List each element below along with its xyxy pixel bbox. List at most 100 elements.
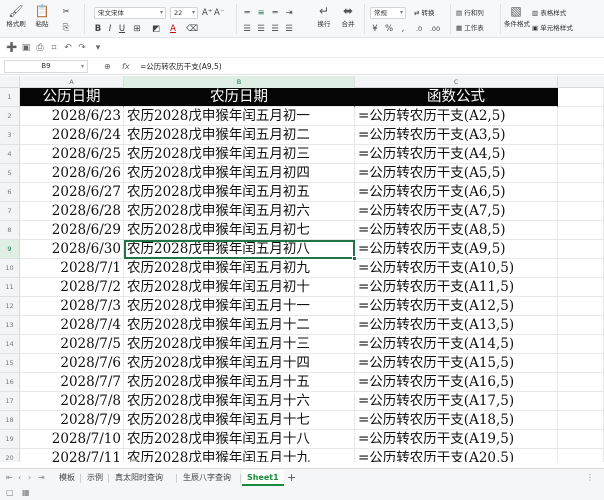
- row-header[interactable]: 16: [0, 373, 20, 392]
- cell-c[interactable]: =公历转农历干支(A17,5): [355, 392, 558, 411]
- cell-a[interactable]: 2028/6/24: [20, 126, 124, 145]
- redo-icon[interactable]: ↷: [76, 42, 88, 54]
- merge-cells-button[interactable]: ⬌ 合并: [336, 3, 360, 37]
- cell-c[interactable]: =公历转农历干支(A14,5): [355, 335, 558, 354]
- copy-icon[interactable]: ⎘: [60, 22, 72, 34]
- zoom-icon[interactable]: ⊕: [104, 60, 111, 73]
- cell-d[interactable]: [558, 449, 604, 462]
- cell-d[interactable]: [558, 107, 604, 126]
- cell-c[interactable]: =公历转农历干支(A8,5): [355, 221, 558, 240]
- header-cell-b[interactable]: 农历日期: [124, 88, 355, 107]
- cell-a[interactable]: 2028/7/6: [20, 354, 124, 373]
- next-sheet-icon[interactable]: ›: [28, 471, 31, 485]
- align-bottom-icon[interactable]: ═: [270, 7, 280, 19]
- currency-icon[interactable]: ¥: [370, 23, 380, 35]
- row-header[interactable]: 11: [0, 278, 20, 297]
- number-format-select[interactable]: 常规 ▾: [370, 7, 406, 19]
- cell-d[interactable]: [558, 392, 604, 411]
- font-size-select[interactable]: 22 ▾: [170, 7, 198, 19]
- cell-d[interactable]: [558, 373, 604, 392]
- cell-a[interactable]: 2028/7/8: [20, 392, 124, 411]
- wrap-text-button[interactable]: ↵ 换行: [312, 3, 336, 37]
- cell-b[interactable]: 农历2028戊申猴年闰五月初十: [124, 278, 355, 297]
- cell-d[interactable]: [558, 297, 604, 316]
- underline-button[interactable]: U: [118, 23, 126, 35]
- row-header[interactable]: 2: [0, 107, 20, 126]
- cell-a[interactable]: 2028/6/30: [20, 240, 124, 259]
- cell-d[interactable]: [558, 164, 604, 183]
- cell-a[interactable]: 2028/7/7: [20, 373, 124, 392]
- sheet-tab[interactable]: Sheet1: [242, 470, 284, 486]
- row-header[interactable]: 9: [0, 240, 20, 259]
- align-top-icon[interactable]: ═: [242, 7, 252, 19]
- row-header[interactable]: 20: [0, 449, 20, 462]
- fill-color-icon[interactable]: ◩: [150, 23, 162, 35]
- row-header[interactable]: 15: [0, 354, 20, 373]
- column-header-a[interactable]: A: [20, 76, 124, 88]
- cell-c[interactable]: =公历转农历干支(A18,5): [355, 411, 558, 430]
- new-file-icon[interactable]: ➕: [6, 42, 18, 54]
- align-right-icon[interactable]: ☰: [270, 23, 280, 35]
- cell-d[interactable]: [558, 240, 604, 259]
- cell-c[interactable]: =公历转农历干支(A5,5): [355, 164, 558, 183]
- cell-b[interactable]: 农历2028戊申猴年闰五月十五: [124, 373, 355, 392]
- percent-icon[interactable]: %: [384, 23, 394, 35]
- cell-a[interactable]: 2028/7/1: [20, 259, 124, 278]
- italic-button[interactable]: I: [106, 23, 114, 35]
- cell-a[interactable]: 2028/6/26: [20, 164, 124, 183]
- cell-b[interactable]: 农历2028戊申猴年闰五月初九: [124, 259, 355, 278]
- distribute-icon[interactable]: ☰: [284, 23, 294, 35]
- column-header-d[interactable]: [558, 76, 604, 88]
- row-header[interactable]: 12: [0, 297, 20, 316]
- cell-b[interactable]: 农历2028戊申猴年闰五月初一: [124, 107, 355, 126]
- prev-sheet-icon[interactable]: ‹: [18, 471, 21, 485]
- borders-icon[interactable]: ⊞: [131, 23, 143, 35]
- fill-handle[interactable]: [352, 256, 357, 261]
- cell-a[interactable]: 2028/6/23: [20, 107, 124, 126]
- cell-c[interactable]: =公历转农历干支(A16,5): [355, 373, 558, 392]
- row-col-button[interactable]: ▤ 行和列: [456, 8, 484, 18]
- cell-a[interactable]: 2028/7/3: [20, 297, 124, 316]
- cell-c[interactable]: =公历转农历干支(A6,5): [355, 183, 558, 202]
- cell-b[interactable]: 农历2028戊申猴年闰五月初五: [124, 183, 355, 202]
- cell-b[interactable]: 农历2028戊申猴年闰五月初七: [124, 221, 355, 240]
- cell-a[interactable]: 2028/7/5: [20, 335, 124, 354]
- scissors-icon[interactable]: ✂: [60, 6, 72, 18]
- increase-font-icon[interactable]: A⁺: [202, 7, 212, 19]
- thousands-icon[interactable]: ,: [398, 23, 408, 35]
- cell-b[interactable]: 农历2028戊申猴年闰五月十八: [124, 430, 355, 449]
- cell-a[interactable]: 2028/7/2: [20, 278, 124, 297]
- cell-a[interactable]: 2028/7/4: [20, 316, 124, 335]
- chevron-down-icon[interactable]: ▾: [92, 42, 104, 54]
- font-color-button[interactable]: A: [168, 23, 178, 35]
- row-header[interactable]: 14: [0, 335, 20, 354]
- print-icon[interactable]: ⎙: [34, 42, 46, 54]
- normal-view-icon[interactable]: ▦: [22, 487, 30, 499]
- sheet-tab[interactable]: 真太阳时查询: [110, 470, 168, 486]
- cell-c[interactable]: =公历转农历干支(A19,5): [355, 430, 558, 449]
- cell-style-button[interactable]: ▣ 单元格样式: [532, 23, 573, 33]
- paste-button[interactable]: 📋 粘贴: [30, 3, 54, 37]
- cell-b[interactable]: 农历2028戊申猴年闰五月十六: [124, 392, 355, 411]
- cell-c[interactable]: =公历转农历干支(A13,5): [355, 316, 558, 335]
- cell-b[interactable]: 农历2028戊申猴年闰五月十一: [124, 297, 355, 316]
- conditional-format-button[interactable]: ▧ 条件格式: [504, 3, 530, 37]
- add-sheet-button[interactable]: +: [287, 470, 296, 486]
- row-header[interactable]: 5: [0, 164, 20, 183]
- align-center-icon[interactable]: ☰: [256, 23, 266, 35]
- cell-a[interactable]: 2028/7/9: [20, 411, 124, 430]
- cell-d[interactable]: [558, 221, 604, 240]
- row-header[interactable]: 8: [0, 221, 20, 240]
- decrease-font-icon[interactable]: A⁻: [214, 7, 224, 19]
- cell-d[interactable]: [558, 259, 604, 278]
- cell-b[interactable]: 农历2028戊申猴年闰五月十七: [124, 411, 355, 430]
- cell-d[interactable]: [558, 430, 604, 449]
- select-all-corner[interactable]: [0, 76, 20, 88]
- cell-d[interactable]: [558, 316, 604, 335]
- cell-b[interactable]: 农历2028戊申猴年闰五月初四: [124, 164, 355, 183]
- cell-a[interactable]: 2028/6/25: [20, 145, 124, 164]
- cell-b[interactable]: 农历2028戊申猴年闰五月十三: [124, 335, 355, 354]
- sheet-tab[interactable]: 示例: [82, 470, 108, 486]
- cell-c[interactable]: =公历转农历干支(A4,5): [355, 145, 558, 164]
- page-layout-icon[interactable]: ▢: [6, 487, 14, 499]
